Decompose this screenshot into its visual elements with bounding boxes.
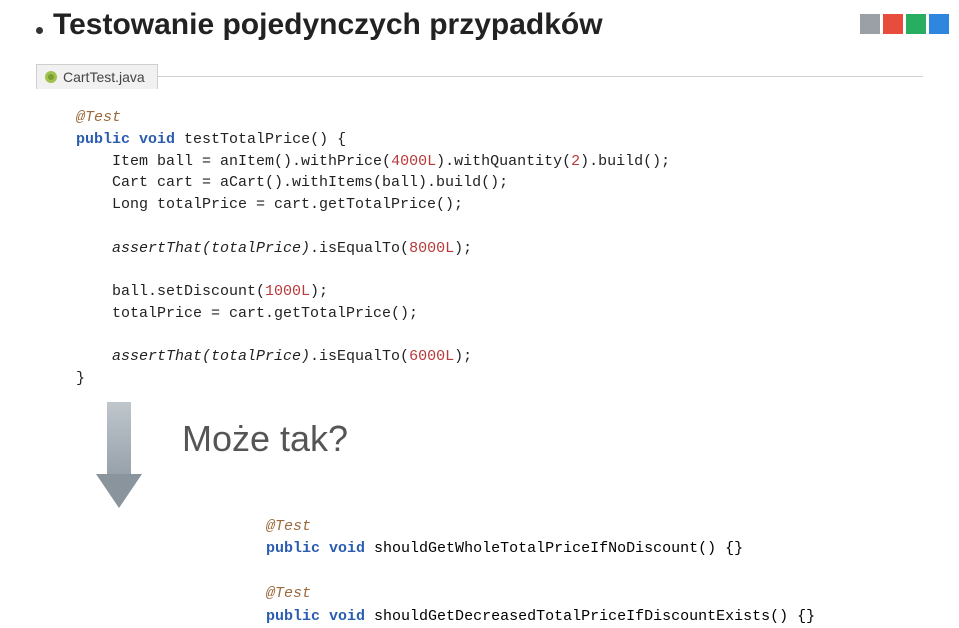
code-line: );: [454, 240, 472, 257]
code-line: Item ball = anItem().withPrice(: [76, 153, 391, 170]
annotation: @Test: [266, 518, 311, 535]
square-gray: [860, 14, 880, 34]
literal: 6000L: [409, 348, 454, 365]
code-block-suggestion: @Test public void shouldGetWholeTotalPri…: [266, 516, 923, 628]
literal: 8000L: [409, 240, 454, 257]
method-1: shouldGetWholeTotalPriceIfNoDiscount() {…: [365, 540, 743, 557]
kw-void: void: [329, 608, 365, 625]
code-line: ).build();: [580, 153, 670, 170]
square-green: [906, 14, 926, 34]
literal: 1000L: [265, 283, 310, 300]
slide-title: Testowanie pojedynczych przypadków: [53, 8, 603, 42]
code-line: .isEqualTo(: [310, 240, 409, 257]
method-2: shouldGetDecreasedTotalPriceIfDiscountEx…: [365, 608, 815, 625]
code-brace-close: }: [76, 370, 85, 387]
file-tab-label: CartTest.java: [63, 69, 145, 85]
java-file-icon: [45, 71, 57, 83]
bullet-icon: [36, 27, 43, 34]
annotation: @Test: [266, 585, 311, 602]
kw-public: public: [266, 608, 320, 625]
corner-decor: [860, 14, 949, 34]
kw-public: public: [76, 131, 130, 148]
code-line: totalPrice = cart.getTotalPrice();: [76, 305, 418, 322]
code-line: .isEqualTo(: [310, 348, 409, 365]
tab-underline: [158, 76, 923, 77]
code-line: );: [454, 348, 472, 365]
editor-tab-bar: CartTest.java: [36, 64, 923, 89]
code-line: Cart cart = aCart().withItems(ball).buil…: [76, 174, 508, 191]
kw-public: public: [266, 540, 320, 557]
code-line: );: [310, 283, 328, 300]
kw-void: void: [329, 540, 365, 557]
literal: 2: [571, 153, 580, 170]
assert-call: assertThat(totalPrice): [76, 348, 310, 365]
annotation: @Test: [76, 109, 121, 126]
literal: 4000L: [391, 153, 436, 170]
question-text: Może tak?: [182, 418, 348, 460]
method-sig: testTotalPrice() {: [175, 131, 346, 148]
code-block-main: @Test public void testTotalPrice() { Ite…: [76, 107, 923, 390]
code-line: ball.setDiscount(: [76, 283, 265, 300]
slide-title-row: Testowanie pojedynczych przypadków: [36, 8, 923, 42]
code-line: ).withQuantity(: [436, 153, 571, 170]
code-line: Long totalPrice = cart.getTotalPrice();: [76, 196, 463, 213]
down-arrow-icon: [96, 402, 142, 512]
kw-void: void: [139, 131, 175, 148]
square-red: [883, 14, 903, 34]
assert-call: assertThat(totalPrice): [76, 240, 310, 257]
square-blue: [929, 14, 949, 34]
file-tab[interactable]: CartTest.java: [36, 64, 158, 89]
